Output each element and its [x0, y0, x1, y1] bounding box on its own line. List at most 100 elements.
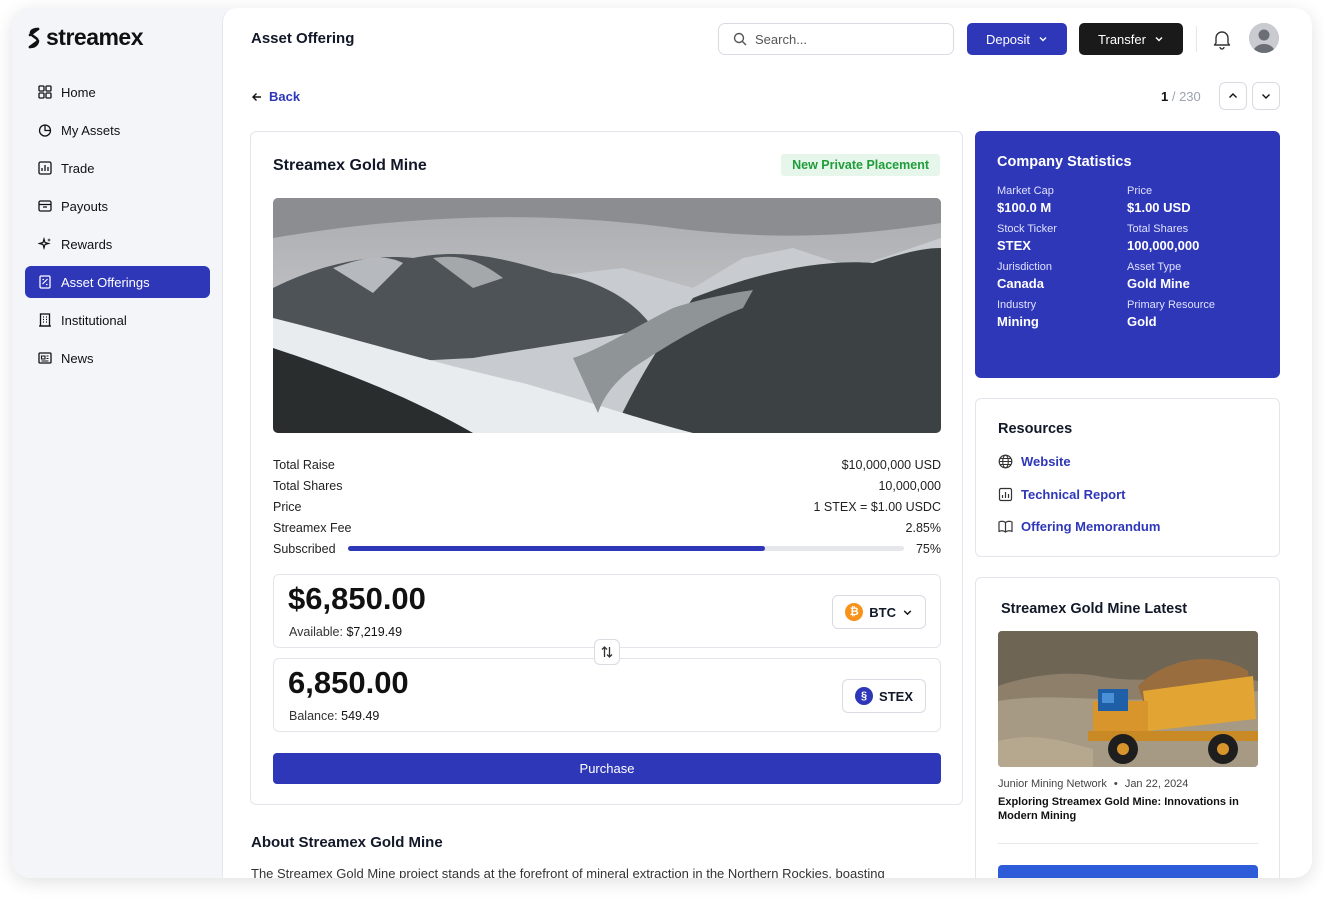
next-news-image[interactable] [998, 865, 1258, 878]
archive-icon [38, 200, 52, 212]
pie-chart-icon [38, 124, 52, 137]
news-divider [998, 843, 1258, 844]
stat-label: Primary Resource [1127, 299, 1216, 311]
transfer-button[interactable]: Transfer [1079, 23, 1183, 55]
receive-amount[interactable]: 6,850.00 [288, 665, 409, 701]
balance-value: 549.49 [341, 709, 380, 723]
sidebar-item-trade[interactable]: Trade [25, 152, 210, 184]
detail-value: $10,000,000 USD [841, 457, 941, 472]
news-source: Junior Mining Network [998, 778, 1107, 790]
subscribed-progress-bar [347, 546, 904, 551]
balance-label: Balance: [289, 709, 338, 723]
stat-label: Price [1127, 185, 1153, 197]
sidebar: streamex Home My Assets Trade Payouts Re… [12, 8, 222, 878]
swap-button[interactable] [594, 639, 620, 665]
available-text: Available: $7,219.49 [289, 625, 402, 639]
back-label: Back [269, 89, 301, 104]
resources-title: Resources [998, 421, 1073, 437]
chevron-down-icon [1155, 37, 1163, 42]
search-box[interactable]: Search... [718, 23, 954, 55]
detail-label: Price [273, 499, 302, 514]
sidebar-item-news[interactable]: News [25, 342, 210, 374]
sidebar-item-asset-offerings[interactable]: Asset Offerings [25, 266, 210, 298]
sidebar-item-rewards[interactable]: Rewards [25, 228, 210, 260]
company-statistics-card: Company Statistics Market Cap $100.0 M Pr… [975, 131, 1280, 378]
stat-item: Primary Resource Gold [1127, 299, 1257, 329]
news-meta: Junior Mining Network • Jan 22, 2024 [998, 778, 1188, 790]
stat-item: Market Cap $100.0 M [997, 185, 1127, 215]
stat-value: 100,000,000 [1127, 238, 1200, 253]
detail-row: Price 1 STEX = $1.00 USDC [273, 496, 941, 517]
next-button[interactable] [1252, 82, 1280, 110]
receive-currency: § STEX [842, 679, 926, 713]
about-text: The Streamex Gold Mine project stands at… [251, 866, 885, 878]
chevron-up-icon [1229, 93, 1237, 98]
currency-label: STEX [879, 688, 913, 704]
deposit-button[interactable]: Deposit [967, 23, 1067, 55]
available-label: Available: [289, 625, 343, 639]
sidebar-item-label: Home [61, 84, 96, 100]
bell-icon[interactable] [1211, 28, 1233, 50]
stat-label: Asset Type [1127, 261, 1182, 273]
swap-arrows-icon [601, 646, 613, 658]
page-separator: / [1168, 89, 1180, 104]
pay-amount[interactable]: $6,850.00 [288, 581, 426, 617]
previous-button[interactable] [1219, 82, 1247, 110]
pay-amount-box[interactable]: $6,850.00 Available: $7,219.49 ₿ BTC [273, 574, 941, 648]
stat-label: Total Shares [1127, 223, 1189, 235]
building-icon [39, 313, 51, 327]
detail-value: 1 STEX = $1.00 USDC [813, 499, 942, 514]
resources-card: Resources Website Technical Report Offer… [975, 398, 1280, 557]
deposit-label: Deposit [985, 31, 1031, 47]
news-date: Jan 22, 2024 [1124, 778, 1189, 790]
offering-title: Streamex Gold Mine [273, 157, 427, 174]
currency-select[interactable]: ₿ BTC [832, 595, 926, 629]
news-image[interactable] [998, 631, 1258, 767]
book-icon [998, 520, 1013, 533]
offering-memorandum-label: Offering Memorandum [1021, 519, 1161, 534]
detail-value: 10,000,000 [878, 478, 941, 493]
newspaper-icon [38, 352, 52, 364]
stat-value: Gold [1127, 314, 1157, 329]
stat-item: Industry Mining [997, 299, 1127, 329]
subscribed-value: 75% [915, 541, 941, 556]
sidebar-item-label: Rewards [61, 236, 113, 252]
sidebar-item-label: My Assets [61, 122, 121, 138]
detail-value: 2.85% [905, 520, 941, 535]
page-title: Asset Offering [251, 30, 355, 47]
hero-image [273, 198, 941, 433]
sidebar-item-institutional[interactable]: Institutional [25, 304, 210, 336]
mountain-glacier-image [273, 198, 941, 433]
top-bar: Asset Offering Search... Deposit Transfe… [223, 8, 1312, 70]
sidebar-item-payouts[interactable]: Payouts [25, 190, 210, 222]
sidebar-item-home[interactable]: Home [25, 76, 210, 108]
bar-chart-icon [38, 161, 52, 175]
offering-memorandum-link[interactable]: Offering Memorandum [998, 519, 1160, 534]
balance-text: Balance: 549.49 [289, 709, 379, 723]
about-title: About Streamex Gold Mine [251, 834, 443, 851]
sidebar-item-my-assets[interactable]: My Assets [25, 114, 210, 146]
detail-label: Total Raise [273, 457, 335, 472]
technical-report-link[interactable]: Technical Report [998, 487, 1126, 502]
website-label: Website [1021, 454, 1071, 469]
sidebar-item-label: News [61, 350, 94, 366]
receive-amount-box[interactable]: 6,850.00 Balance: 549.49 § STEX [273, 658, 941, 732]
report-icon [998, 487, 1013, 502]
avatar[interactable] [1249, 23, 1279, 53]
offering-details: Total Raise $10,000,000 USD Total Shares 1… [273, 454, 941, 559]
news-headline[interactable]: Exploring Streamex Gold Mine: Innovation… [998, 795, 1248, 823]
sidebar-nav: Home My Assets Trade Payouts Rewards Ass… [25, 76, 210, 380]
stat-item: Stock Ticker STEX [997, 223, 1127, 253]
back-link[interactable]: Back [251, 89, 300, 104]
logo[interactable]: streamex [26, 24, 144, 51]
purchase-button[interactable]: Purchase [273, 753, 941, 784]
grid-icon [38, 85, 52, 99]
brand-name: streamex [46, 24, 144, 50]
chevron-down-icon [1262, 94, 1270, 99]
stat-value: $100.0 M [997, 200, 1052, 215]
website-link[interactable]: Website [998, 454, 1071, 469]
search-input[interactable]: Search... [755, 32, 807, 47]
stat-item: Total Shares 100,000,000 [1127, 223, 1257, 253]
detail-row: Total Raise $10,000,000 USD [273, 454, 941, 475]
stat-label: Jurisdiction [997, 261, 1053, 273]
